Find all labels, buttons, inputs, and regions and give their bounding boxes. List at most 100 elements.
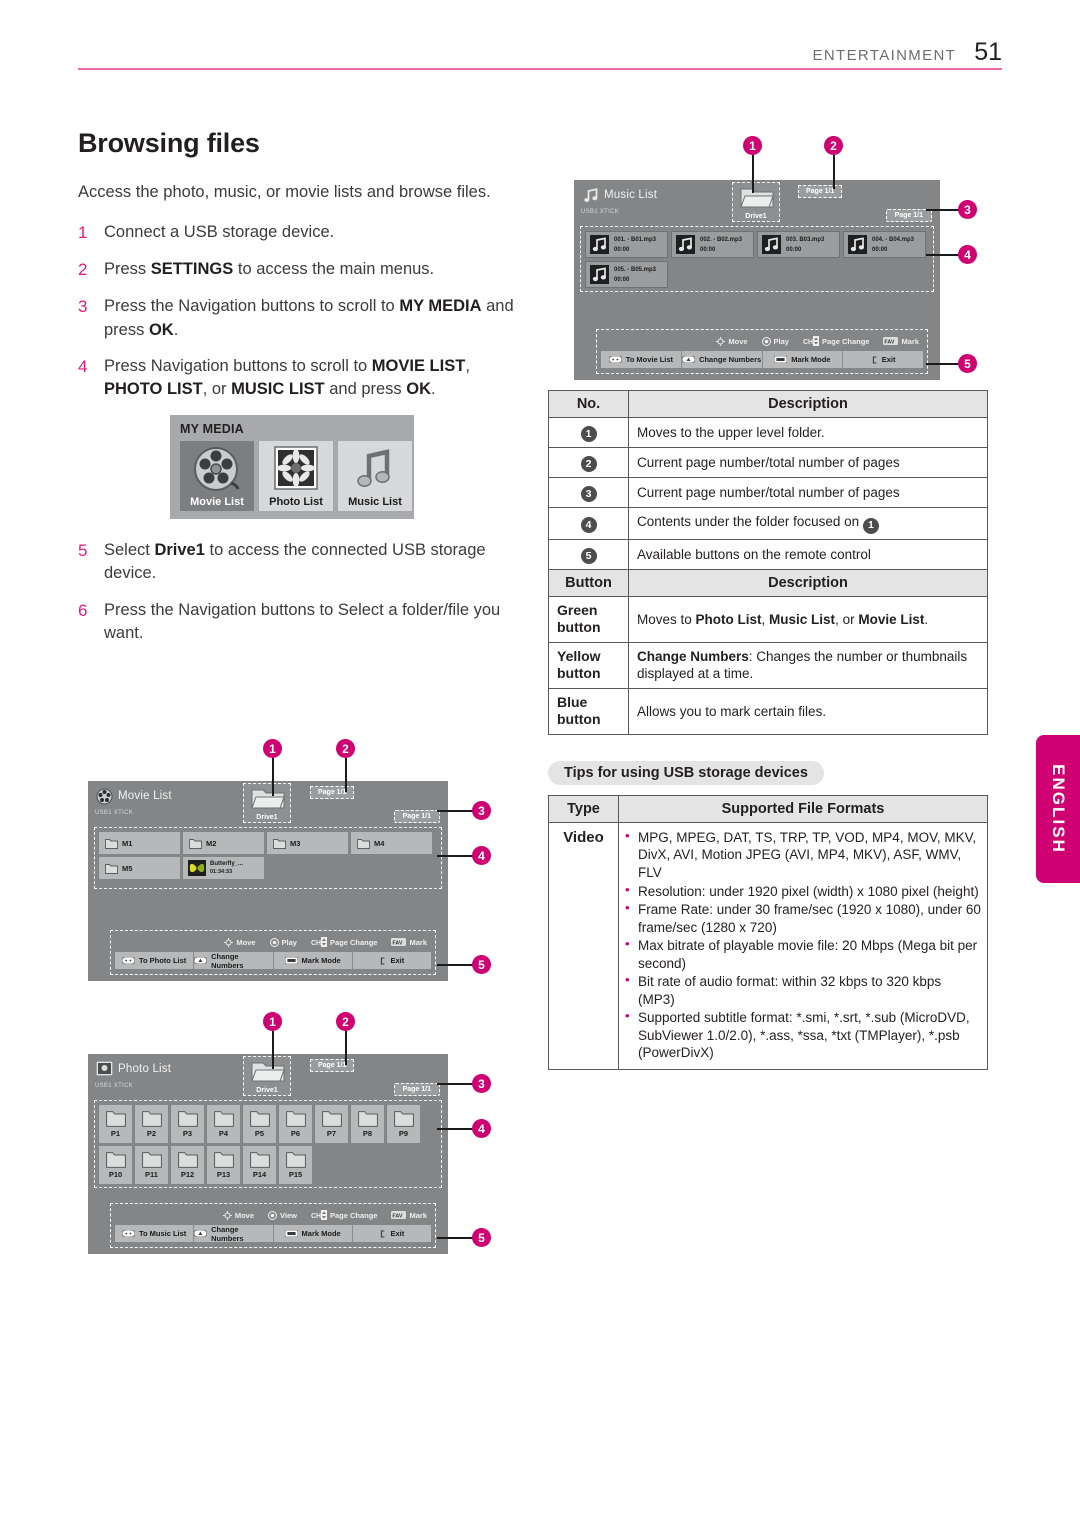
page-indicator-top: Page 1/1 xyxy=(310,1059,355,1072)
list-item[interactable]: P3 xyxy=(171,1105,204,1143)
list-item[interactable]: P6 xyxy=(279,1105,312,1143)
folder-icon xyxy=(357,1111,378,1127)
list-item[interactable]: P8 xyxy=(351,1105,384,1143)
callout-line xyxy=(345,758,347,792)
callout-number-cell: 4 xyxy=(548,507,629,540)
ch-updown-icon: CH xyxy=(803,336,819,346)
list-item[interactable]: M4 xyxy=(351,832,432,854)
footer-button-change-numbers[interactable]: Change Numbers xyxy=(194,952,274,970)
folder-icon xyxy=(285,1152,306,1168)
footer-button-label: To Music List xyxy=(138,1229,187,1238)
callout-line xyxy=(272,758,274,796)
hint-label: Play xyxy=(281,937,297,947)
footer-button-exit[interactable]: Exit xyxy=(352,1225,431,1242)
footer-button-label: Mark Mode xyxy=(301,956,341,965)
list-item[interactable]: P9 xyxy=(387,1105,420,1143)
list-item[interactable]: P2 xyxy=(135,1105,168,1143)
table-row: 2 Current page number/total number of pa… xyxy=(548,447,988,478)
list-item[interactable]: P11 xyxy=(135,1146,168,1184)
list-item[interactable]: M5 xyxy=(99,857,180,879)
number-badge-inline: 1 xyxy=(862,517,879,534)
item-label: M1 xyxy=(122,838,133,848)
drive-label: Drive1 xyxy=(256,1087,278,1094)
item-label: P2 xyxy=(146,1129,157,1138)
list-item[interactable]: P4 xyxy=(207,1105,240,1143)
item-label: P13 xyxy=(216,1170,231,1179)
hint-label: Mark xyxy=(409,937,427,947)
music-list-screen: Music List USB1 XTICK Drive1 Page 1/1 Pa… xyxy=(574,180,940,380)
footer-button-to-photo-list[interactable]: To Photo List xyxy=(115,952,195,969)
tips-heading: Tips for using USB storage devices xyxy=(548,760,824,785)
list-item[interactable]: P14 xyxy=(243,1146,276,1184)
folder-icon xyxy=(249,1152,270,1168)
hint-label: Mark xyxy=(901,336,919,346)
usb-device-label: USB1 XTICK xyxy=(95,810,134,816)
hint-move: Move xyxy=(716,336,748,346)
music-note-icon xyxy=(590,265,609,284)
drive-folder-button[interactable]: Drive1 xyxy=(732,182,780,222)
photo-list-figure: 1 2 3 4 5 Photo List USB1 XTICK Drive1 P… xyxy=(88,1012,500,1262)
movie-list-figure: 1 2 3 4 5 Movie List USB1 XTICK Drive1 P… xyxy=(88,739,500,989)
column-header-description: Description xyxy=(628,390,988,418)
callout-line xyxy=(926,363,960,365)
list-item[interactable]: P10 xyxy=(99,1146,132,1184)
language-tab-label: ENGLISH xyxy=(1049,764,1068,854)
green-key-icon xyxy=(608,356,622,363)
folder-icon xyxy=(321,1111,342,1127)
movie-list-items: M1 M2 M3 M4 M5 Butterfly_... 01:34:33 xyxy=(94,827,442,889)
list-item[interactable]: M3 xyxy=(267,832,348,854)
list-item: MPG, MPEG, DAT, TS, TRP, TP, VOD, MP4, M… xyxy=(625,828,981,882)
folder-icon xyxy=(177,1111,198,1127)
my-media-tile-music-list[interactable]: Music List xyxy=(338,440,412,511)
footer-button-to-movie-list[interactable]: To Movie List xyxy=(601,351,682,368)
hint-mark: FAV Mark xyxy=(391,1211,427,1220)
folder-icon xyxy=(357,838,370,849)
track-time: 00:00 xyxy=(786,246,802,253)
footer-button-mark-mode[interactable]: Mark Mode xyxy=(762,351,844,368)
list-item[interactable]: P5 xyxy=(243,1105,276,1143)
list-item[interactable]: P15 xyxy=(279,1146,312,1184)
list-item[interactable]: 004. - B04.mp3 00:00 xyxy=(843,231,926,258)
footer-button-change-numbers[interactable]: Change Numbers xyxy=(681,351,763,368)
drive-folder-button[interactable]: Drive1 xyxy=(243,783,291,823)
number-badge: 5 xyxy=(580,547,597,564)
callout-line xyxy=(272,1031,274,1069)
footer-button-mark-mode[interactable]: Mark Mode xyxy=(273,1225,353,1242)
footer-button-to-music-list[interactable]: To Music List xyxy=(115,1225,195,1242)
remote-button-table: Button Description Green button Moves to… xyxy=(548,568,988,735)
list-item[interactable]: M2 xyxy=(183,832,264,854)
list-item[interactable]: M1 xyxy=(99,832,180,854)
footer-button-exit[interactable]: Exit xyxy=(843,351,923,368)
music-list-figure: 1 2 3 4 5 Music List USB1 XTICK Drive1 P… xyxy=(548,128,988,390)
hint-play: Play xyxy=(761,336,789,346)
table-row: 4 Contents under the folder focused on 1 xyxy=(548,507,988,540)
list-item[interactable]: 002. - B02.mp3 00:00 xyxy=(671,231,754,258)
drive-folder-button[interactable]: Drive1 xyxy=(243,1056,291,1096)
footer-button-exit[interactable]: Exit xyxy=(352,952,431,969)
number-badge: 4 xyxy=(580,516,597,533)
list-item[interactable]: 001. - B01.mp3 00:00 xyxy=(585,231,668,258)
list-item[interactable]: P12 xyxy=(171,1146,204,1184)
list-item[interactable]: P1 xyxy=(99,1105,132,1143)
my-media-tile-movie-list[interactable]: Movie List xyxy=(180,440,254,511)
item-label: M4 xyxy=(374,838,385,848)
music-note-icon xyxy=(582,187,599,204)
folder-icon xyxy=(213,1152,234,1168)
list-item[interactable]: P7 xyxy=(315,1105,348,1143)
footer-button-label: Exit xyxy=(390,956,405,965)
footer-button-change-numbers[interactable]: Change Numbers xyxy=(194,1225,274,1243)
list-item[interactable]: 005. - B05.mp3 00:00 xyxy=(585,261,668,288)
track-time: 00:00 xyxy=(614,276,630,283)
table-header-row: Button Description xyxy=(548,568,988,597)
list-item[interactable]: Butterfly_... 01:34:33 xyxy=(183,857,264,879)
track-name: 002. - B02.mp3 xyxy=(700,236,743,243)
music-note-icon xyxy=(351,445,399,498)
list-item[interactable]: 003. B03.mp3 00:00 xyxy=(757,231,840,258)
column-header-description: Description xyxy=(628,568,988,597)
footer-button-mark-mode[interactable]: Mark Mode xyxy=(273,952,353,969)
description-cell: Change Numbers: Changes the number or th… xyxy=(628,641,988,689)
item-label: P8 xyxy=(362,1129,373,1138)
my-media-tile-photo-list[interactable]: Photo List xyxy=(259,440,333,511)
list-item[interactable]: P13 xyxy=(207,1146,240,1184)
step-number: 1 xyxy=(78,222,88,242)
